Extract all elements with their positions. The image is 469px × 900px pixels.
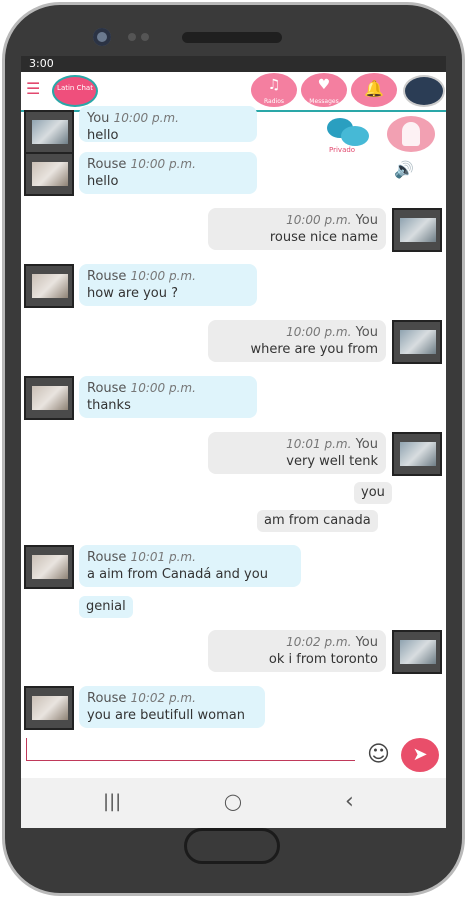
- avatar[interactable]: [24, 110, 74, 154]
- home-button[interactable]: ◯: [224, 790, 242, 814]
- message-time: 10:00 p.m.: [286, 213, 352, 227]
- message-bubble: Rouse 10:00 p.m. hello: [79, 152, 257, 194]
- status-bar: 3:00: [21, 56, 446, 72]
- smiley-icon[interactable]: ☺: [367, 742, 393, 768]
- message-bubble: 10:00 p.m. You rouse nice name: [208, 208, 386, 250]
- menu-icon[interactable]: ☰: [26, 80, 40, 98]
- message-text: very well tenk: [286, 454, 378, 469]
- message-bubble: Rouse 10:00 p.m. thanks: [79, 376, 257, 418]
- physical-home-button[interactable]: [184, 828, 280, 864]
- avatar[interactable]: [392, 208, 442, 252]
- message-meta: Rouse 10:00 p.m.: [87, 268, 249, 285]
- message-time: 10:00 p.m.: [130, 381, 196, 395]
- message-bubble: am from canada: [257, 510, 378, 532]
- messages-label: Messages: [309, 98, 339, 105]
- message-bubble: 10:02 p.m. You ok i from toronto: [208, 630, 386, 672]
- message-time: 10:02 p.m.: [130, 691, 196, 705]
- avatar[interactable]: [24, 264, 74, 308]
- message-bubble: genial: [79, 596, 133, 618]
- message-meta: 10:02 p.m. You: [216, 634, 378, 651]
- sender-name: Rouse: [87, 381, 127, 396]
- message-bubble: Rouse 10:00 p.m. how are you ?: [79, 264, 257, 306]
- radios-icon[interactable]: ♫ Radios: [251, 73, 297, 107]
- back-button[interactable]: ‹: [345, 790, 354, 814]
- avatar[interactable]: [24, 376, 74, 420]
- recent-apps-button[interactable]: |||: [103, 790, 121, 814]
- message-bubble: You 10:00 p.m. hello: [79, 106, 257, 143]
- avatar[interactable]: [392, 630, 442, 674]
- message-meta: 10:00 p.m. You: [216, 324, 378, 341]
- message-time: 10:00 p.m.: [286, 325, 352, 339]
- sender-name: Rouse: [87, 269, 127, 284]
- send-button[interactable]: ➤: [401, 738, 439, 772]
- bell-icon[interactable]: 🔔: [351, 73, 397, 107]
- sender-name: Rouse: [87, 691, 127, 706]
- message-meta: 10:01 p.m. You: [216, 436, 378, 453]
- message-text: hello: [87, 128, 119, 143]
- message-bubble: you: [354, 482, 392, 504]
- sensor-dot: [128, 33, 136, 41]
- message-time: 10:00 p.m.: [130, 269, 196, 283]
- message-time: 10:01 p.m.: [286, 437, 352, 451]
- send-icon: ➤: [412, 744, 428, 765]
- message-meta: Rouse 10:01 p.m.: [87, 549, 293, 566]
- system-nav-bar: ||| ◯ ‹: [21, 778, 446, 828]
- radios-label: Radios: [264, 98, 284, 105]
- message-text: hello: [87, 174, 119, 189]
- message-meta: You 10:00 p.m.: [87, 110, 249, 127]
- message-bubble: Rouse 10:01 p.m. a aim from Canadá and y…: [79, 545, 301, 587]
- message-text: thanks: [87, 398, 131, 413]
- message-text: how are you ?: [87, 286, 179, 301]
- hearts-icon[interactable]: ♥ Messages: [301, 73, 347, 107]
- message-time: 10:01 p.m.: [130, 550, 196, 564]
- message-bubble: 10:00 p.m. You where are you from: [208, 320, 386, 362]
- avatar[interactable]: [24, 686, 74, 730]
- sender-name: You: [355, 635, 378, 650]
- chat-list[interactable]: You 10:00 p.m. hello Rouse 10:00 p.m. he…: [21, 106, 446, 742]
- message-text: ok i from toronto: [268, 652, 378, 667]
- status-time: 3:00: [29, 57, 54, 70]
- sender-name: You: [355, 213, 378, 228]
- message-meta: Rouse 10:00 p.m.: [87, 380, 249, 397]
- front-camera: [93, 28, 111, 46]
- message-time: 10:02 p.m.: [286, 635, 352, 649]
- message-text: rouse nice name: [269, 230, 378, 245]
- avatar[interactable]: [24, 545, 74, 589]
- profile-avatar[interactable]: [403, 75, 445, 107]
- sender-name: You: [87, 111, 110, 126]
- screen: 3:00 ☰ Latin Chat ♫ Radios ♥ Messages 🔔 …: [21, 56, 446, 828]
- message-bubble: Rouse 10:02 p.m. you are beutifull woman: [79, 686, 265, 728]
- earpiece-speaker: [182, 32, 282, 43]
- message-text: you are beutifull woman: [87, 708, 245, 723]
- message-bubble: 10:01 p.m. You very well tenk: [208, 432, 386, 474]
- sensor-dot: [141, 33, 149, 41]
- message-time: 10:00 p.m.: [130, 157, 196, 171]
- avatar[interactable]: [392, 320, 442, 364]
- avatar[interactable]: [392, 432, 442, 476]
- app-logo[interactable]: Latin Chat: [52, 75, 98, 107]
- avatar[interactable]: [24, 152, 74, 196]
- message-meta: Rouse 10:00 p.m.: [87, 156, 249, 173]
- message-input[interactable]: [26, 738, 355, 761]
- message-text: a aim from Canadá and you: [87, 567, 268, 582]
- sender-name: You: [355, 325, 378, 340]
- logo-text: Latin Chat: [57, 84, 93, 92]
- sender-name: Rouse: [87, 550, 127, 565]
- message-text: where are you from: [250, 342, 379, 357]
- message-time: 10:00 p.m.: [113, 111, 179, 125]
- message-meta: 10:00 p.m. You: [216, 212, 378, 229]
- message-meta: Rouse 10:02 p.m.: [87, 690, 257, 707]
- sender-name: Rouse: [87, 157, 127, 172]
- sender-name: You: [355, 437, 378, 452]
